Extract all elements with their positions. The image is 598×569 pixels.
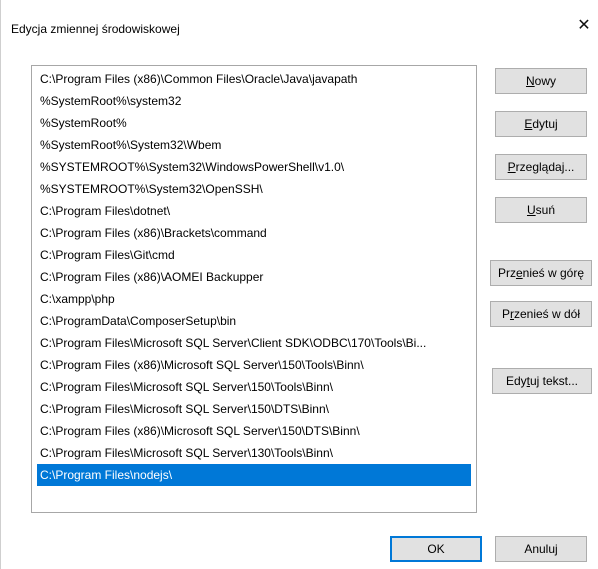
edit-text-button-pre: Edy [505, 374, 527, 388]
path-listbox[interactable]: C:\Program Files (x86)\Common Files\Orac… [31, 65, 477, 513]
path-list-item[interactable]: %SystemRoot%\System32\Wbem [37, 134, 471, 156]
move-up-button-key: e [515, 266, 523, 280]
dialog-window: Edycja zmiennej środowiskowej ✕ C:\Progr… [0, 0, 598, 569]
browse-button[interactable]: Przeglądaj... [495, 154, 587, 180]
path-list-item[interactable]: %SYSTEMROOT%\System32\OpenSSH\ [37, 178, 471, 200]
delete-button[interactable]: Usuń [495, 197, 587, 223]
browse-button-key: P [507, 160, 516, 174]
move-down-button-pre: P [501, 307, 510, 321]
path-list-item[interactable]: C:\Program Files (x86)\Microsoft SQL Ser… [37, 354, 471, 376]
path-list-item[interactable]: %SystemRoot% [37, 112, 471, 134]
move-down-button-label: zenieś w dół [513, 307, 581, 321]
path-list-item[interactable]: C:\Program Files (x86)\Brackets\command [37, 222, 471, 244]
path-list-item[interactable]: C:\Program Files\Microsoft SQL Server\15… [37, 398, 471, 420]
close-icon: ✕ [577, 17, 591, 34]
ok-button-label: OK [427, 542, 445, 556]
move-up-button[interactable]: Przenieś w górę [490, 260, 592, 286]
delete-button-label: suń [535, 203, 556, 217]
path-list-item[interactable]: C:\Program Files\Microsoft SQL Server\13… [37, 442, 471, 464]
path-list-item[interactable]: C:\Program Files\Microsoft SQL Server\15… [37, 376, 471, 398]
path-list-item[interactable]: C:\Program Files\Git\cmd [37, 244, 471, 266]
path-list-item[interactable]: C:\Program Files\dotnet\ [37, 200, 471, 222]
path-list-item[interactable]: C:\Program Files (x86)\Microsoft SQL Ser… [37, 420, 471, 442]
edit-text-button[interactable]: Edytuj tekst... [492, 368, 592, 394]
path-list-item[interactable]: %SYSTEMROOT%\System32\WindowsPowerShell\… [37, 156, 471, 178]
dialog-title: Edycja zmiennej środowiskowej [11, 22, 180, 36]
edit-button-label: dytuj [532, 117, 558, 131]
path-list-item[interactable]: C:\Program Files\Microsoft SQL Server\Cl… [37, 332, 471, 354]
delete-button-key: U [526, 203, 536, 217]
edit-text-button-label: uj tekst... [530, 374, 579, 388]
path-list-item[interactable]: %SystemRoot%\system32 [37, 90, 471, 112]
path-list-item[interactable]: C:\Program Files (x86)\Common Files\Orac… [37, 68, 471, 90]
cancel-button-label: Anuluj [524, 542, 558, 556]
move-up-button-label: nieś w górę [522, 266, 585, 280]
edit-button[interactable]: Edytuj [495, 111, 587, 137]
cancel-button[interactable]: Anuluj [495, 536, 587, 562]
browse-button-label: rzeglądaj... [515, 160, 575, 174]
new-button[interactable]: Nowy [495, 68, 587, 94]
path-list-item[interactable]: C:\Program Files (x86)\AOMEI Backupper [37, 266, 471, 288]
close-button[interactable]: ✕ [572, 14, 596, 38]
path-list: C:\Program Files (x86)\Common Files\Orac… [32, 66, 476, 486]
ok-button[interactable]: OK [390, 536, 482, 562]
path-list-item[interactable]: C:\ProgramData\ComposerSetup\bin [37, 310, 471, 332]
new-button-label: owy [534, 74, 556, 88]
move-down-button[interactable]: Przenieś w dół [490, 301, 592, 327]
new-button-key: N [525, 74, 535, 88]
move-up-button-pre: Prz [497, 266, 516, 280]
path-list-item[interactable]: C:\xampp\php [37, 288, 471, 310]
path-list-item[interactable]: C:\Program Files\nodejs\ [37, 464, 471, 486]
